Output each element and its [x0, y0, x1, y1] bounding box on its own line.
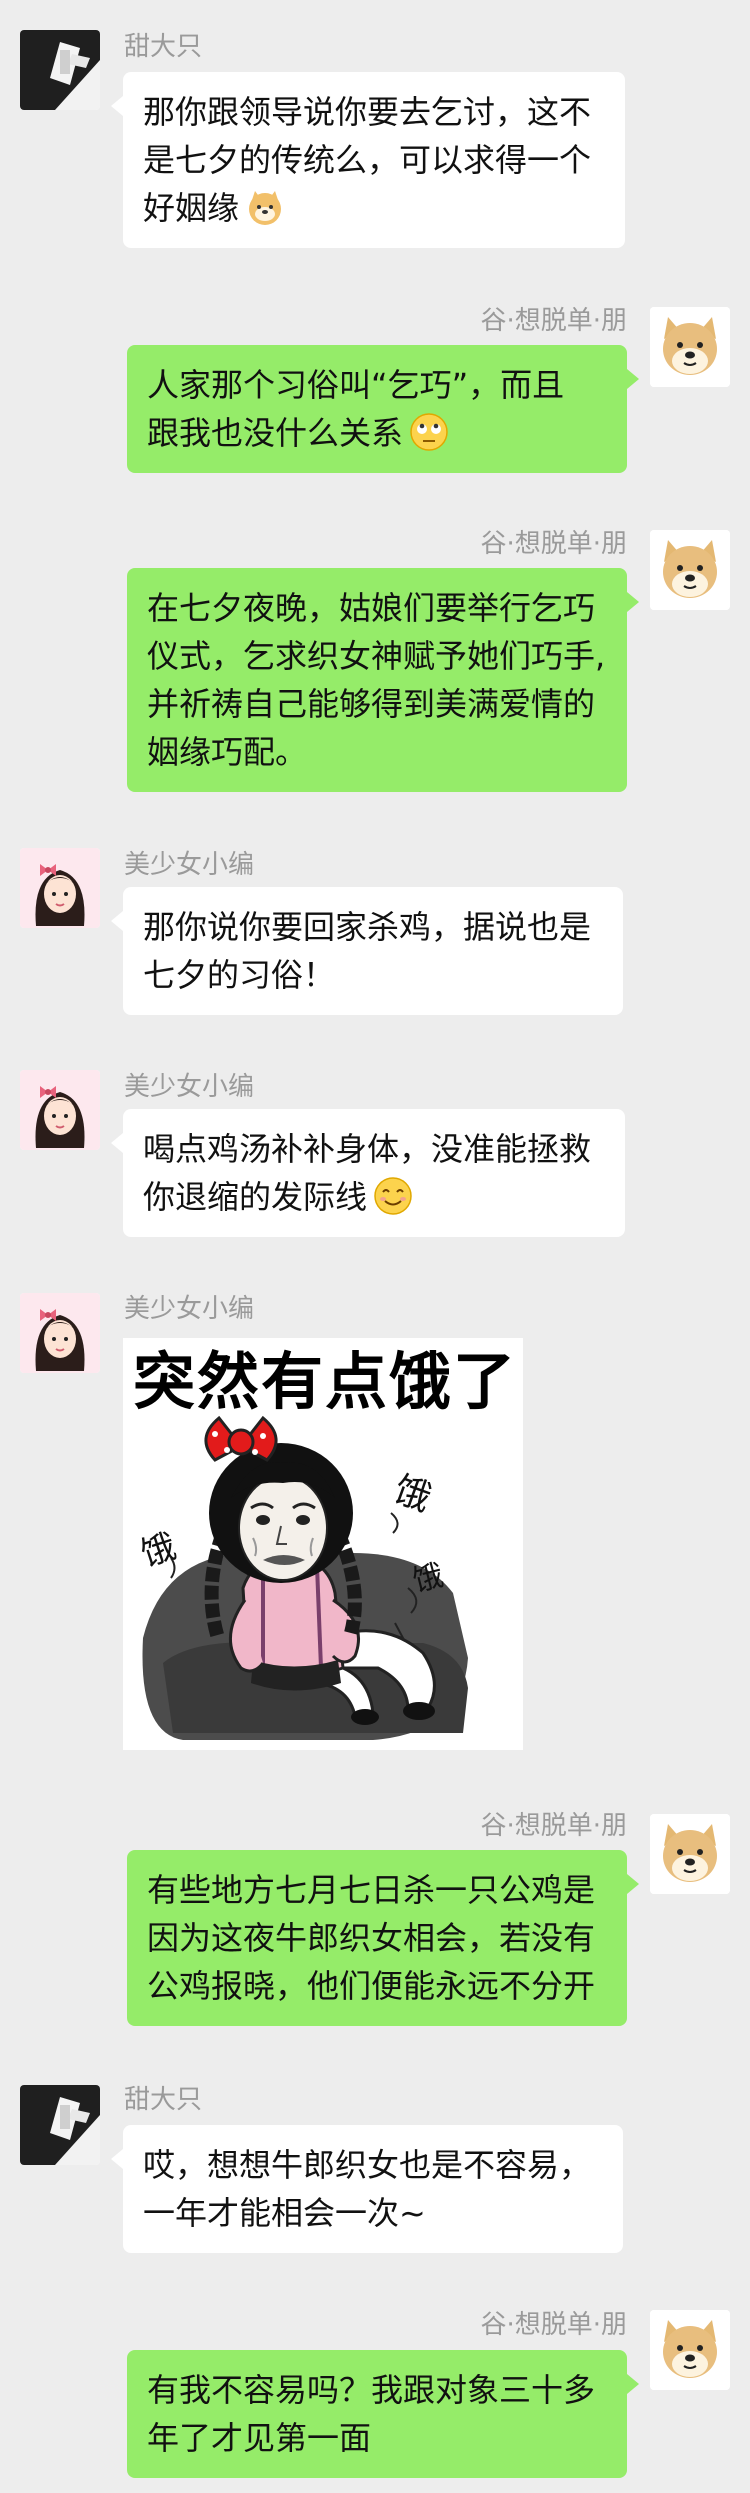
message-text: 因为这夜牛郎织女相会，若没有: [147, 1919, 596, 1957]
avatar-gu[interactable]: [650, 2310, 730, 2390]
sender-name: 谷·想脱单·朋: [480, 529, 627, 559]
message-text: 一年才能相会一次~: [143, 2194, 426, 2232]
message-text: 喝点鸡汤补补身体，没准能拯救: [143, 1130, 592, 1168]
avatar-gu[interactable]: [650, 307, 730, 387]
eye-roll-emoji-icon: [409, 412, 449, 452]
sender-name: 谷·想脱单·朋: [480, 1811, 627, 1841]
message-text: 仪式，乞求织女神赋予她们巧手,: [147, 637, 606, 675]
message-bubble[interactable]: 有些地方七月七日杀一只公鸡是 因为这夜牛郎织女相会，若没有 公鸡报晓，他们便能永…: [127, 1850, 639, 2026]
doge-emoji-icon: [245, 187, 285, 227]
message-bubble[interactable]: 有我不容易吗？我跟对象三十多 年了才见第一面: [127, 2350, 639, 2478]
message-text: 姻缘巧配。: [147, 733, 308, 771]
message-bubble[interactable]: 那你跟领导说你要去乞讨，这不 是七夕的传统么，可以求得一个 好姻缘: [111, 72, 625, 248]
sender-name: 谷·想脱单·朋: [480, 2310, 627, 2340]
message-text: 是七夕的传统么，可以求得一个: [143, 141, 592, 179]
message-bubble[interactable]: 在七夕夜晚，姑娘们要举行乞巧 仪式，乞求织女神赋予她们巧手, 并祈祷自己能够得到…: [127, 568, 639, 792]
message-text: 人家那个习俗叫“乞巧”，而且: [147, 366, 565, 404]
smile-emoji-icon: [373, 1176, 413, 1216]
message-text: 你退缩的发际线: [143, 1173, 605, 1221]
message-text: 好姻缘: [143, 189, 240, 227]
message-text: 那你跟领导说你要去乞讨，这不: [143, 93, 592, 131]
avatar-editor[interactable]: [20, 1070, 100, 1150]
avatar-tian-da-zhi[interactable]: [20, 30, 100, 110]
message-text: 七夕的习俗！: [143, 956, 336, 994]
message-text: 公鸡报晓，他们便能永远不分开: [147, 1967, 596, 2005]
chat-screen: 甜大只 那你跟领导说你要去乞讨，这不 是七夕的传统么，可以求得一个 好姻缘 谷·…: [0, 0, 750, 2493]
message-text: 跟我也没什么关系: [147, 414, 404, 452]
message-text: 好姻缘: [143, 184, 605, 232]
message-text: 在七夕夜晚，姑娘们要举行乞巧: [147, 589, 596, 627]
sender-name: 甜大只: [124, 2085, 203, 2115]
sender-name: 美少女小编: [124, 1294, 255, 1324]
message-text: 并祈祷自己能够得到美满爱情的: [147, 685, 596, 723]
sticker-image[interactable]: 突然有点饿了 饿 饿 饿: [123, 1338, 523, 1750]
sender-name: 甜大只: [124, 32, 203, 62]
avatar-editor[interactable]: [20, 1293, 100, 1373]
message-text: 有我不容易吗？我跟对象三十多: [147, 2371, 596, 2409]
message-text: 那你说你要回家杀鸡，据说也是: [143, 908, 592, 946]
avatar-gu[interactable]: [650, 530, 730, 610]
sender-name: 美少女小编: [124, 850, 255, 880]
message-text: 哎，想想牛郎织女也是不容易，: [143, 2146, 592, 2184]
message-bubble[interactable]: 那你说你要回家杀鸡，据说也是 七夕的习俗！: [111, 887, 623, 1015]
avatar-gu[interactable]: [650, 1814, 730, 1894]
message-bubble[interactable]: 哎，想想牛郎织女也是不容易， 一年才能相会一次~: [111, 2125, 623, 2253]
sender-name: 美少女小编: [124, 1072, 255, 1102]
message-text: 有些地方七月七日杀一只公鸡是: [147, 1871, 596, 1909]
hunger-word: 饿: [389, 1469, 437, 1520]
hungry-girl-illustration: 饿 饿 饿: [136, 1415, 468, 1740]
message-text: 年了才见第一面: [147, 2419, 372, 2457]
message-bubble[interactable]: 人家那个习俗叫“乞巧”，而且 跟我也没什么关系: [127, 345, 639, 473]
avatar-editor[interactable]: [20, 848, 100, 928]
message-bubble[interactable]: 喝点鸡汤补补身体，没准能拯救 你退缩的发际线: [111, 1109, 625, 1237]
message-text: 跟我也没什么关系: [147, 409, 607, 457]
message-text: 你退缩的发际线: [143, 1178, 368, 1216]
avatar-tian-da-zhi[interactable]: [20, 2085, 100, 2165]
sender-name: 谷·想脱单·朋: [480, 306, 627, 336]
